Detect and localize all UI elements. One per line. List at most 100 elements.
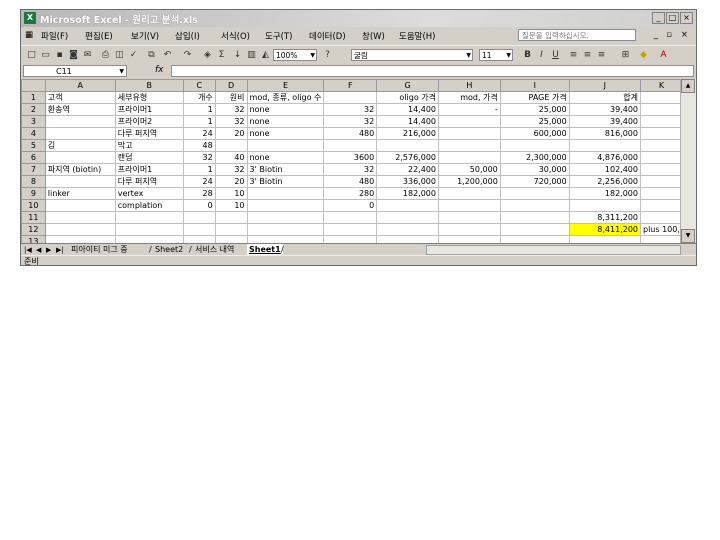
cell-i12[interactable] [499, 223, 570, 236]
cell-e11[interactable] [246, 211, 325, 224]
cell-j5[interactable] [568, 139, 642, 152]
cell-a11[interactable] [44, 211, 116, 224]
cell-d9[interactable]: 10 [214, 187, 248, 200]
column-header-h[interactable]: H [438, 79, 501, 92]
cell-e6[interactable]: none [246, 151, 325, 164]
row-header[interactable]: 7 [21, 163, 46, 176]
permission-icon[interactable]: ◙ [67, 49, 80, 62]
cell-k4[interactable] [640, 127, 683, 140]
cell-i3[interactable]: 25,000 [499, 115, 570, 128]
cell-i6[interactable]: 2,300,000 [499, 151, 570, 164]
chart-wizard-icon[interactable]: ▥ [245, 49, 258, 62]
cell-b6[interactable]: 랜덤 [114, 151, 184, 164]
cell-a2[interactable]: 환송역 [44, 103, 116, 116]
new-icon[interactable]: □ [25, 49, 38, 62]
cell-a9[interactable]: linker [44, 187, 116, 200]
cell-k13[interactable] [640, 235, 683, 243]
cell-g2[interactable]: 14,400 [376, 103, 439, 116]
cell-i4[interactable]: 600,000 [499, 127, 570, 140]
sheet-tab-2[interactable]: Sheet2 [155, 244, 183, 255]
cell-e8[interactable]: 3' Biotin [246, 175, 325, 188]
drawing-icon[interactable]: ◭ [259, 49, 272, 62]
horizontal-scrollbar[interactable] [426, 245, 681, 255]
row-header[interactable]: 10 [21, 199, 46, 212]
email-icon[interactable]: ✉ [81, 49, 94, 62]
cell-a7[interactable]: 파지역 (biotin) [44, 163, 116, 176]
cell-b8[interactable]: 다루 퍼지역 [114, 175, 184, 188]
cell-c4[interactable]: 24 [182, 127, 216, 140]
print-icon[interactable]: ⎙ [99, 49, 112, 62]
row-header[interactable]: 2 [21, 103, 46, 116]
cell-b13[interactable] [114, 235, 184, 243]
redo-icon[interactable]: ↷ [181, 49, 194, 62]
cell-j7[interactable]: 102,400 [568, 163, 642, 176]
cell-e3[interactable]: none [246, 115, 325, 128]
next-sheet-icon[interactable]: ▶ [46, 245, 51, 255]
cell-a1[interactable]: 고객 [44, 91, 116, 104]
save-icon[interactable]: ▪ [53, 49, 66, 62]
cell-i9[interactable] [499, 187, 570, 200]
cell-c13[interactable] [182, 235, 216, 243]
cell-c12[interactable] [182, 223, 216, 236]
cell-h3[interactable] [438, 115, 501, 128]
cell-d11[interactable] [214, 211, 248, 224]
column-header-g[interactable]: G [376, 79, 439, 92]
cell-d7[interactable]: 32 [214, 163, 248, 176]
column-header-b[interactable]: B [114, 79, 184, 92]
cell-j13[interactable] [568, 235, 642, 243]
cell-h12[interactable] [438, 223, 501, 236]
autosum-icon[interactable]: Σ [215, 49, 228, 62]
sheet-tab-1[interactable]: 피아이티 미그 중 [71, 244, 128, 255]
sheet-tab-4[interactable]: Sheet1 [247, 244, 283, 255]
doc-restore-button[interactable]: ▫ [666, 30, 672, 40]
minimize-button[interactable]: _ [652, 12, 665, 24]
cell-k8[interactable] [640, 175, 683, 188]
cell-k7[interactable] [640, 163, 683, 176]
cell-d10[interactable]: 10 [214, 199, 248, 212]
cell-e1[interactable]: mod, 종류, oligo 수 [246, 91, 325, 104]
cell-b10[interactable]: complation [114, 199, 184, 212]
cell-h13[interactable] [438, 235, 501, 243]
cell-table[interactable]: ABCDEFGHIJK 1 고객 세부유형 개수 원비 mod, 종류, oligo 수o… [21, 79, 683, 243]
cell-e10[interactable] [246, 199, 325, 212]
cell-f7[interactable]: 32 [323, 163, 378, 176]
cell-a8[interactable] [44, 175, 116, 188]
cell-b1[interactable]: 세부유형 [114, 91, 184, 104]
cell-g11[interactable] [376, 211, 439, 224]
cell-d2[interactable]: 32 [214, 103, 248, 116]
cell-j3[interactable]: 39,400 [568, 115, 642, 128]
cell-i10[interactable] [499, 199, 570, 212]
spelling-icon[interactable]: ✓ [127, 49, 140, 62]
sheet-tab-3[interactable]: 서비스 내역 [195, 244, 234, 255]
select-all-corner[interactable] [21, 79, 46, 92]
cell-i1[interactable]: PAGE 가격 [499, 91, 570, 104]
cell-j8[interactable]: 2,256,000 [568, 175, 642, 188]
menu-edit[interactable]: 편집(E) [85, 30, 113, 42]
worksheet-grid[interactable]: ABCDEFGHIJK 1 고객 세부유형 개수 원비 mod, 종류, oligo 수o… [21, 79, 683, 243]
borders-icon[interactable]: ⊞ [619, 49, 632, 62]
cell-e7[interactable]: 3' Biotin [246, 163, 325, 176]
cell-e5[interactable] [246, 139, 325, 152]
menu-data[interactable]: 데이터(D) [309, 30, 346, 42]
row-header[interactable]: 6 [21, 151, 46, 164]
cell-f2[interactable]: 32 [323, 103, 378, 116]
row-header[interactable]: 13 [21, 235, 46, 243]
cell-i7[interactable]: 30,000 [499, 163, 570, 176]
cell-d4[interactable]: 20 [214, 127, 248, 140]
cell-d6[interactable]: 40 [214, 151, 248, 164]
cell-k9[interactable] [640, 187, 683, 200]
workbook-icon[interactable]: ▦ [25, 30, 33, 40]
cell-f3[interactable]: 32 [323, 115, 378, 128]
cell-k10[interactable] [640, 199, 683, 212]
cell-f13[interactable] [323, 235, 378, 243]
vertical-scrollbar[interactable]: ▲ ▼ [680, 79, 696, 243]
cell-i13[interactable] [499, 235, 570, 243]
cell-h6[interactable] [438, 151, 501, 164]
cell-c1[interactable]: 개수 [182, 91, 216, 104]
cell-i2[interactable]: 25,000 [499, 103, 570, 116]
cell-c7[interactable]: 1 [182, 163, 216, 176]
research-icon[interactable]: ⧉ [145, 49, 158, 62]
last-sheet-icon[interactable]: ▶| [56, 245, 64, 255]
cell-k1[interactable] [640, 91, 683, 104]
doc-close-button[interactable]: × [681, 30, 688, 40]
